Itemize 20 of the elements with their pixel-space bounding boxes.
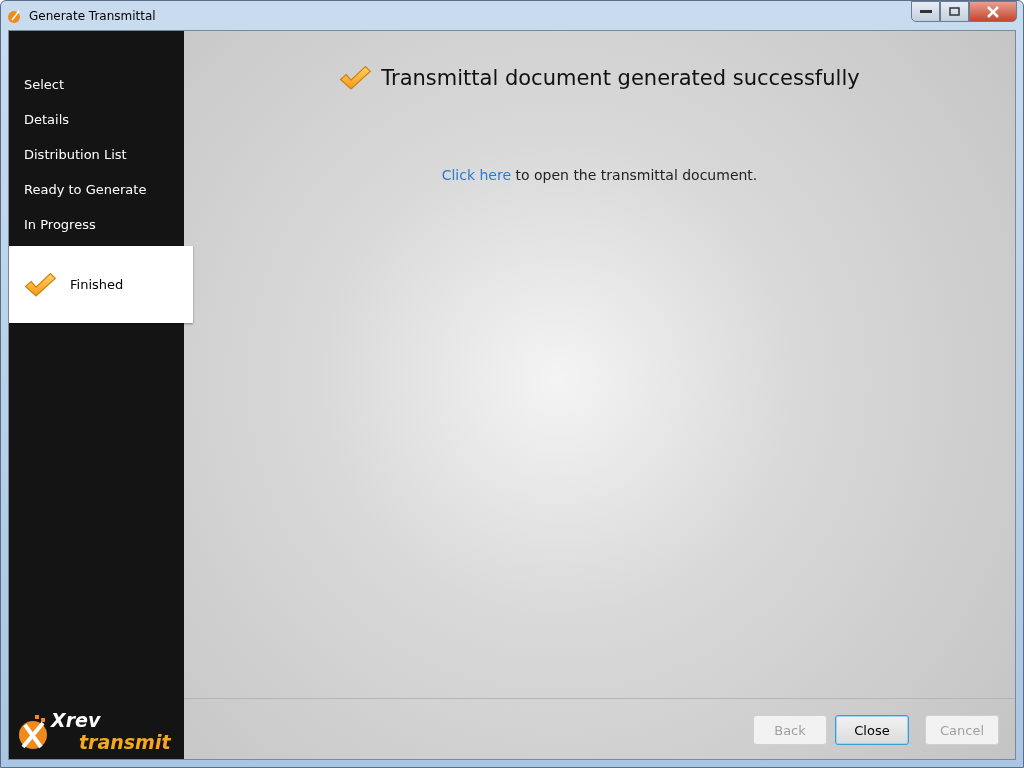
checkmark-icon xyxy=(24,271,56,298)
window-title: Generate Transmittal xyxy=(29,8,156,23)
logo-product: transmit xyxy=(79,731,171,753)
checkmark-icon xyxy=(339,65,372,91)
wizard-step[interactable]: Details xyxy=(9,102,184,137)
close-window-button[interactable] xyxy=(969,1,1017,22)
wizard-step[interactable]: Finished xyxy=(9,246,193,323)
wizard-step[interactable]: In Progress xyxy=(9,207,184,242)
dialog-button[interactable]: Close xyxy=(835,715,909,745)
minimize-icon xyxy=(919,9,932,14)
success-heading: Transmittal document generated successfully xyxy=(381,65,860,90)
open-document-message: Click here to open the transmittal document. xyxy=(441,166,758,183)
wizard-step[interactable]: Ready to Generate xyxy=(9,172,184,207)
wizard-step[interactable]: Select xyxy=(9,67,184,102)
close-icon xyxy=(986,5,1000,18)
maximize-icon xyxy=(949,7,960,16)
logo-brand: Xrev xyxy=(51,709,102,731)
maximize-button[interactable] xyxy=(940,1,969,22)
minimize-button[interactable] xyxy=(911,1,940,22)
wizard-step[interactable]: Distribution List xyxy=(9,137,184,172)
